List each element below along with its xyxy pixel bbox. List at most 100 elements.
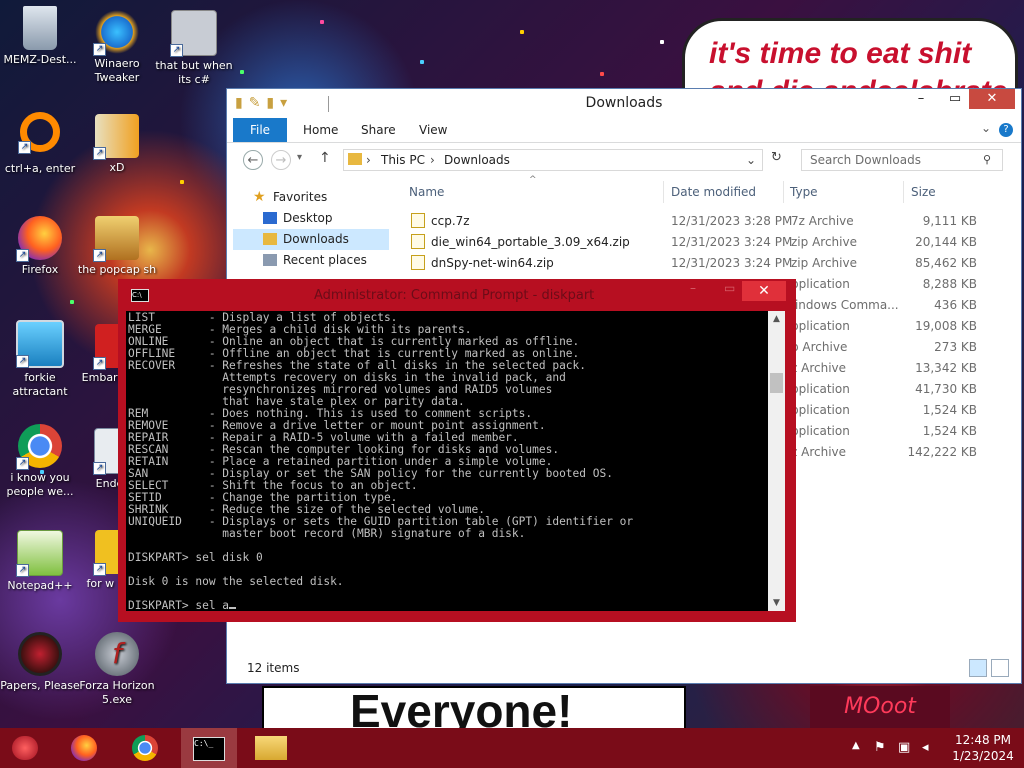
desktop-icon-forkie[interactable]: ↗ forkie attractant bbox=[0, 320, 80, 399]
taskbar-cmd[interactable]: C:\_ bbox=[181, 728, 237, 768]
popcap-icon: ↗ bbox=[93, 216, 139, 262]
desktop-icon-memz[interactable]: MEMZ-Dest... bbox=[0, 6, 80, 67]
speech-line-1: it's time to eat shit bbox=[709, 37, 972, 70]
window-title: Downloads bbox=[585, 95, 663, 111]
file-size: 20,144 KB bbox=[915, 235, 977, 249]
file-name: die_win64_portable_3.09_x64.zip bbox=[431, 235, 630, 249]
up-button[interactable]: ↑ bbox=[319, 150, 331, 166]
recent-places-icon bbox=[263, 254, 277, 266]
details-view-icon[interactable] bbox=[969, 659, 987, 677]
winaero-icon: ↗ bbox=[93, 10, 139, 56]
desktop-icon-papers-please[interactable]: Papers, Please bbox=[0, 632, 80, 693]
large-icons-view-icon[interactable] bbox=[991, 659, 1009, 677]
tab-file[interactable]: File bbox=[233, 118, 287, 142]
desktop-icon-popcap[interactable]: ↗ the popcap sh bbox=[77, 216, 157, 277]
breadcrumb-this-pc[interactable]: This PC bbox=[381, 150, 425, 170]
scroll-up-icon[interactable]: ▲ bbox=[768, 311, 785, 327]
help-icon[interactable]: ? bbox=[999, 123, 1013, 137]
address-dropdown-icon[interactable]: ⌄ bbox=[746, 150, 756, 170]
search-icon[interactable]: ⚲ bbox=[983, 153, 991, 166]
nav-downloads[interactable]: Downloads bbox=[233, 229, 389, 250]
cmd-maximize-button[interactable]: ▭ bbox=[724, 281, 735, 295]
network-icon[interactable]: ▣ bbox=[898, 740, 910, 755]
file-name: ccp.7z bbox=[431, 214, 470, 228]
star-icon: ★ bbox=[253, 189, 266, 205]
nav-label: Recent places bbox=[283, 253, 367, 267]
taskbar-explorer[interactable] bbox=[245, 728, 297, 768]
file-type: pplication bbox=[791, 382, 850, 396]
banner-text: Everyone! bbox=[350, 686, 573, 732]
close-button[interactable]: ✕ bbox=[969, 89, 1015, 109]
desktop-icon-ctrl-a[interactable]: ↗ ctrl+a, enter bbox=[0, 112, 80, 176]
column-separator[interactable] bbox=[783, 181, 784, 203]
command-prompt-window[interactable]: C:\ Administrator: Command Prompt - disk… bbox=[118, 279, 796, 622]
maximize-button[interactable]: ▭ bbox=[941, 89, 969, 109]
show-hidden-icons[interactable]: ▲ bbox=[852, 740, 860, 751]
scrollbar-thumb[interactable] bbox=[770, 373, 783, 393]
tab-share[interactable]: Share bbox=[361, 118, 396, 142]
column-separator[interactable] bbox=[903, 181, 904, 203]
column-type[interactable]: Type bbox=[790, 185, 818, 203]
desktop-icon-forza[interactable]: f Forza Horizon 5.exe bbox=[77, 632, 157, 707]
nav-desktop[interactable]: Desktop bbox=[233, 208, 389, 229]
action-center-flag-icon[interactable]: ⚑ bbox=[874, 740, 886, 755]
ribbon-expand-icon[interactable]: ⌄ bbox=[981, 121, 991, 135]
address-bar[interactable]: › This PC › Downloads ⌄ bbox=[343, 149, 763, 171]
column-size[interactable]: Size bbox=[911, 185, 936, 203]
archive-file-icon bbox=[411, 213, 425, 228]
volume-icon[interactable]: ◂ bbox=[922, 740, 929, 755]
file-size: 85,462 KB bbox=[915, 256, 977, 270]
minimize-button[interactable]: – bbox=[907, 89, 935, 109]
nav-label: Desktop bbox=[283, 211, 333, 225]
desktop-icon-firefox[interactable]: ↗ Firefox bbox=[0, 216, 80, 277]
forward-button[interactable]: → bbox=[271, 150, 291, 170]
file-type: p Archive bbox=[791, 340, 848, 354]
scroll-down-icon[interactable]: ▼ bbox=[768, 595, 785, 611]
file-type: pplication bbox=[791, 424, 850, 438]
refresh-icon[interactable]: ↻ bbox=[771, 150, 782, 165]
file-row[interactable]: ccp.7z 12/31/2023 3:28 PM 7z Archive 9,1… bbox=[409, 211, 979, 232]
file-size: 13,342 KB bbox=[915, 361, 977, 375]
desktop-icon-xd[interactable]: ↗ xD bbox=[77, 114, 157, 175]
file-row[interactable]: dnSpy-net-win64.zip 12/31/2023 3:24 PM z… bbox=[409, 253, 979, 274]
console-scrollbar[interactable]: ▲ ▼ bbox=[768, 311, 785, 611]
taskbar-clock[interactable]: 12:48 PM 1/23/2024 bbox=[946, 732, 1020, 764]
file-row[interactable]: die_win64_portable_3.09_x64.zip 12/31/20… bbox=[409, 232, 979, 253]
column-name[interactable]: Name bbox=[409, 185, 444, 203]
cmd-titlebar[interactable]: C:\ Administrator: Command Prompt - disk… bbox=[118, 279, 796, 311]
file-type: z Archive bbox=[791, 361, 847, 375]
desktop-icon-chrome[interactable]: ↗ i know you people we... bbox=[0, 424, 80, 499]
cmd-close-button[interactable]: ✕ bbox=[742, 281, 786, 301]
desktop-icon-csharp[interactable]: ↗ that but when its c# bbox=[154, 10, 234, 87]
desktop-icon-winaero[interactable]: ↗ Winaero Tweaker bbox=[77, 10, 157, 85]
recycle-bin-icon bbox=[23, 6, 57, 50]
clock-date: 1/23/2024 bbox=[952, 749, 1014, 763]
file-size: 142,222 KB bbox=[907, 445, 977, 459]
breadcrumb-downloads[interactable]: Downloads bbox=[444, 150, 510, 170]
tab-home[interactable]: Home bbox=[303, 118, 338, 142]
column-separator[interactable] bbox=[663, 181, 664, 203]
console-output[interactable]: LIST - Display a list of objects. MERGE … bbox=[126, 311, 768, 611]
start-button[interactable] bbox=[0, 728, 50, 768]
desktop-icon-label: Winaero Tweaker bbox=[94, 57, 140, 84]
breadcrumb-arrow-icon[interactable]: › bbox=[430, 150, 435, 170]
cmd-minimize-button[interactable]: – bbox=[690, 281, 696, 295]
file-type: 7z Archive bbox=[791, 214, 854, 228]
zip-file-icon bbox=[411, 255, 425, 270]
file-size: 9,111 KB bbox=[922, 214, 977, 228]
file-size: 8,288 KB bbox=[922, 277, 977, 291]
desktop-icon-notepadpp[interactable]: ↗ Notepad++ bbox=[0, 530, 80, 593]
taskbar-firefox[interactable] bbox=[60, 728, 110, 768]
tab-view[interactable]: View bbox=[419, 118, 447, 142]
explorer-titlebar[interactable]: ▮✎▮▾ Downloads – ▭ ✕ bbox=[227, 89, 1021, 118]
nav-favorites[interactable]: ★ Favorites bbox=[233, 187, 389, 208]
recent-locations-icon[interactable]: ▾ bbox=[297, 152, 302, 163]
breadcrumb-arrow-icon[interactable]: › bbox=[366, 150, 371, 170]
search-input[interactable]: Search Downloads bbox=[801, 149, 1003, 171]
file-size: 41,730 KB bbox=[915, 382, 977, 396]
papers-please-icon bbox=[18, 632, 62, 676]
nav-recent-places[interactable]: Recent places bbox=[233, 250, 389, 271]
back-button[interactable]: ← bbox=[243, 150, 263, 170]
column-date-modified[interactable]: Date modified bbox=[671, 185, 756, 203]
taskbar-chrome[interactable] bbox=[121, 728, 171, 768]
